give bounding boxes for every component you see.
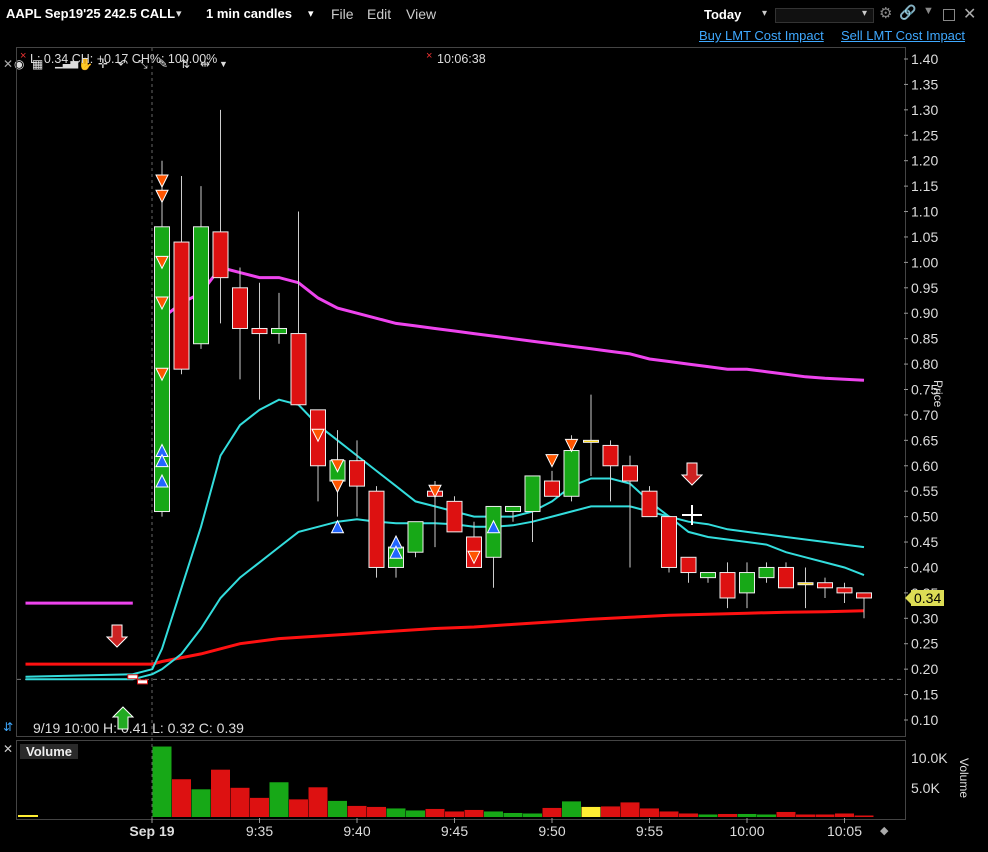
menu-view[interactable]: View — [406, 6, 436, 22]
price-tick-label: 0.50 — [911, 509, 938, 525]
time-tick-label: 9:55 — [636, 823, 663, 839]
account-dropdown-icon[interactable]: ▾ — [862, 8, 867, 19]
interval-selector[interactable]: 1 min candles — [206, 6, 292, 21]
price-tick-label: 0.95 — [911, 280, 938, 296]
price-tick-label: 1.30 — [911, 102, 938, 118]
price-tick-label: 1.05 — [911, 229, 938, 245]
price-axis-title: Price — [931, 380, 945, 408]
price-plot-frame — [16, 47, 906, 737]
sell-lmt-cost-impact-link[interactable]: Sell LMT Cost Impact — [841, 28, 965, 43]
time-tick-label: 10:05 — [827, 823, 862, 839]
link-dropdown-icon[interactable]: ▼ — [923, 5, 934, 17]
menu-edit[interactable]: Edit — [367, 6, 391, 22]
price-tick-label: 0.15 — [911, 687, 938, 703]
price-tick-label: 0.55 — [911, 483, 938, 499]
close-icon[interactable]: ✕ — [963, 4, 976, 24]
volume-close-icon[interactable]: ✕ — [3, 742, 13, 756]
bar-info: 9/19 10:00 H: 0.41 L: 0.32 C: 0.39 — [33, 720, 244, 736]
account-select[interactable] — [775, 8, 874, 23]
price-tick-label: 0.60 — [911, 458, 938, 474]
price-tick-label: 0.25 — [911, 636, 938, 652]
last-price-tag: 0.34 — [905, 589, 945, 607]
price-tick-label: 0.10 — [911, 712, 938, 728]
price-tick-label: 1.35 — [911, 76, 938, 92]
contract-dropdown-icon[interactable]: ▾ — [176, 7, 182, 20]
link-icon[interactable]: 🔗 — [899, 4, 916, 21]
price-tick-label: 0.20 — [911, 661, 938, 677]
volume-axis-title: Volume — [957, 758, 971, 799]
price-tick-label: 1.40 — [911, 51, 938, 67]
volume-tick-5k: 5.0K — [911, 780, 940, 796]
current-time: 10:06:38 — [437, 52, 486, 66]
price-tick-label: 0.40 — [911, 559, 938, 575]
last-price-label: 0.34 — [911, 590, 945, 606]
contract-title[interactable]: AAPL Sep19'25 242.5 CALL — [6, 6, 175, 21]
price-tick-label: 1.25 — [911, 127, 938, 143]
maximize-icon[interactable] — [943, 9, 955, 21]
scroll-right-icon: ◆ — [880, 825, 889, 837]
close-panel-icon[interactable]: ✕ — [3, 57, 13, 71]
cursor-info-icon[interactable]: ⇵ — [3, 720, 13, 734]
price-tick-label: 0.90 — [911, 305, 938, 321]
title-bar: AAPL Sep19'25 242.5 CALL ▾ 1 min candles… — [0, 0, 988, 28]
time-marker-icon: × — [426, 50, 433, 62]
interval-dropdown-icon[interactable]: ▾ — [308, 7, 314, 20]
volume-panel-title: Volume — [20, 744, 78, 759]
time-tick-label: 9:50 — [538, 823, 565, 839]
price-tick-label: 0.80 — [911, 356, 938, 372]
period-dropdown-icon[interactable]: ▾ — [762, 8, 767, 19]
price-tick-label: 0.70 — [911, 407, 938, 423]
time-tick-label: Sep 19 — [129, 823, 174, 839]
volume-plot-frame — [16, 740, 906, 820]
last-info: L: 0.34 CH: +0.17 CH%: 100.00% — [30, 52, 218, 66]
time-tick-label: 9:40 — [343, 823, 370, 839]
price-tick-label: 0.85 — [911, 331, 938, 347]
chart-toolbar: ✕ ◉ ▦ ▁▃▅ ✋ ✛ ↶ ⤡ ✎ ⇅ ⇹ ▼ — [0, 28, 988, 71]
menu-file[interactable]: File — [331, 6, 354, 22]
time-tick-label: 9:35 — [246, 823, 273, 839]
price-tick-label: 1.00 — [911, 254, 938, 270]
price-tick-label: 0.45 — [911, 534, 938, 550]
price-tick-label: 1.10 — [911, 204, 938, 220]
price-tick-label: 0.65 — [911, 432, 938, 448]
price-tick-label: 0.30 — [911, 610, 938, 626]
gear-icon[interactable]: ⚙ — [879, 4, 892, 22]
time-tick-label: 10:00 — [729, 823, 764, 839]
legend-marker-icon: × — [20, 50, 27, 62]
price-tick-label: 1.20 — [911, 153, 938, 169]
time-tick-label: 9:45 — [441, 823, 468, 839]
price-tick-label: 1.15 — [911, 178, 938, 194]
period-selector[interactable]: Today — [704, 7, 741, 22]
buy-lmt-cost-impact-link[interactable]: Buy LMT Cost Impact — [699, 28, 824, 43]
volume-tick-10k: 10.0K — [911, 750, 948, 766]
